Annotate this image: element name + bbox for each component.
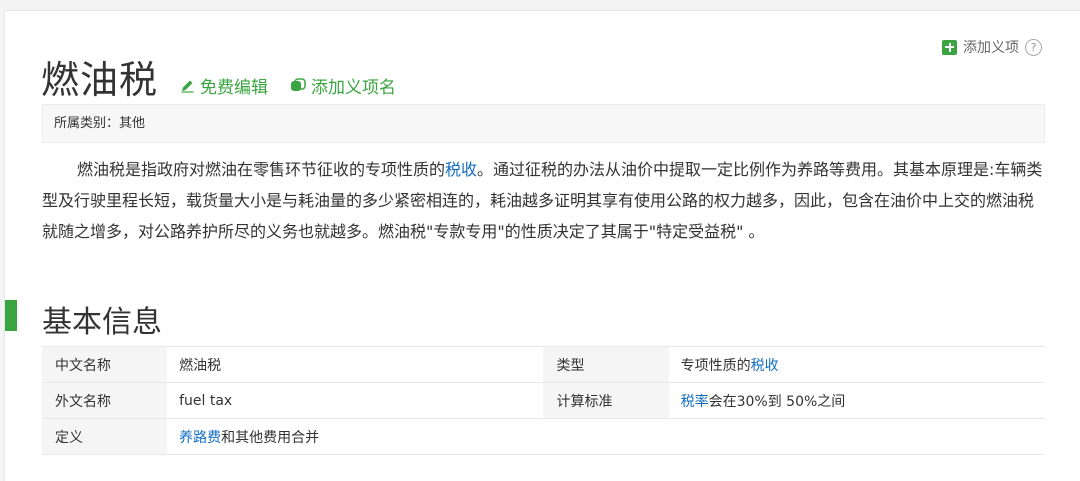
section-accent-bar — [5, 300, 17, 331]
page-title: 燃油税 — [41, 58, 159, 102]
entry-card: 添加义项 ? 燃油税 免费编辑 添加义项名 所属类别：其他 燃油税是指政府对燃油… — [4, 10, 1080, 481]
info-value: 专项性质的税收 — [668, 346, 1045, 383]
copy-icon — [291, 78, 306, 91]
info-value-text: 和其他费用合并 — [221, 429, 320, 446]
title-row: 燃油税 免费编辑 添加义项名 — [41, 49, 396, 104]
info-key: 中文名称 — [42, 346, 168, 383]
info-key: 类型 — [543, 346, 669, 383]
edit-button[interactable]: 免费编辑 — [180, 73, 268, 98]
info-key: 外文名称 — [42, 382, 168, 419]
info-key: 定义 — [42, 418, 168, 455]
description-paragraph: 燃油税是指政府对燃油在零售环节征收的专项性质的税收。通过征税的办法从油价中提取一… — [42, 154, 1047, 247]
basic-info-table: 中文名称 燃油税 类型 专项性质的税收 外文名称 fuel tax 计算标准 税… — [42, 346, 1045, 455]
plus-icon — [942, 39, 957, 55]
tax-link[interactable]: 税收 — [445, 160, 477, 179]
info-value: 养路费和其他费用合并 — [167, 418, 544, 455]
tax-link[interactable]: 税收 — [751, 358, 779, 374]
pencil-icon — [181, 80, 194, 93]
empty-cell — [543, 418, 669, 455]
table-row: 中文名称 燃油税 类型 专项性质的税收 — [42, 346, 1045, 383]
add-item-label: 添加义项 — [963, 40, 1019, 56]
add-item-button[interactable]: 添加义项 ? — [942, 37, 1042, 57]
info-value: 税率会在30%到 50%之间 — [668, 382, 1045, 419]
info-value: fuel tax — [167, 382, 544, 419]
info-value-text: 会在30%到 50%之间 — [708, 393, 846, 410]
category-text: 所属类别：其他 — [54, 116, 146, 131]
empty-cell — [668, 418, 1045, 455]
road-fee-link[interactable]: 养路费 — [179, 430, 221, 446]
add-name-button[interactable]: 添加义项名 — [290, 73, 396, 98]
info-value-text: 专项性质的 — [680, 357, 751, 374]
edit-label: 免费编辑 — [200, 78, 269, 98]
table-row: 定义 养路费和其他费用合并 — [42, 418, 1045, 455]
add-name-label: 添加义项名 — [311, 78, 397, 98]
category-bar: 所属类别：其他 — [42, 104, 1045, 143]
table-row: 外文名称 fuel tax 计算标准 税率会在30%到 50%之间 — [42, 382, 1045, 419]
section-title: 基本信息 — [42, 305, 162, 340]
tax-rate-link[interactable]: 税率 — [681, 394, 709, 410]
info-value: 燃油税 — [167, 346, 544, 383]
description-text-1: 燃油税是指政府对燃油在零售环节征收的专项性质的 — [77, 160, 446, 179]
help-icon[interactable]: ? — [1025, 38, 1042, 56]
info-key: 计算标准 — [543, 382, 669, 419]
